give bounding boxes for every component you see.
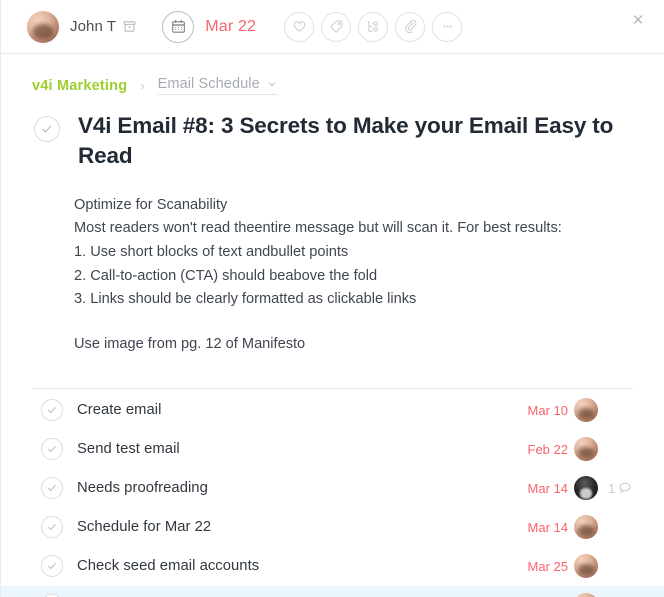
task-header: John T Mar 22 × bbox=[0, 0, 664, 54]
archive-icon[interactable] bbox=[123, 20, 136, 33]
subtask-row[interactable]: Create email Mar 10 bbox=[1, 391, 664, 430]
close-icon[interactable]: × bbox=[624, 6, 652, 34]
subtask-label: Needs proofreading bbox=[77, 480, 208, 497]
breadcrumb-list-label: Email Schedule bbox=[157, 76, 260, 92]
avatar[interactable] bbox=[27, 10, 59, 43]
like-icon[interactable] bbox=[284, 11, 315, 42]
subtask-assignee-avatar[interactable] bbox=[574, 554, 598, 579]
section-divider bbox=[32, 387, 633, 389]
description-line: 2. Call-to-action (CTA) should beabove t… bbox=[74, 267, 378, 284]
breadcrumb: v4i Marketing › Email Schedule bbox=[1, 54, 664, 95]
description-footer: Use image from pg. 12 of Manifesto bbox=[74, 335, 306, 352]
subtask-assignee-avatar[interactable] bbox=[574, 476, 598, 501]
calendar-icon[interactable] bbox=[162, 10, 195, 43]
task-action-buttons bbox=[284, 11, 463, 42]
subtask-due-date[interactable]: Mar 25 bbox=[512, 559, 568, 574]
subtask-meta[interactable]: 1 bbox=[608, 481, 664, 496]
subtask-checkbox[interactable] bbox=[41, 399, 63, 422]
subtask-label: Check seed email accounts bbox=[77, 558, 260, 575]
more-icon[interactable] bbox=[432, 11, 463, 42]
breadcrumb-separator: › bbox=[140, 78, 145, 93]
subtask-due-date[interactable]: Feb 22 bbox=[512, 442, 568, 457]
task-body: v4i Marketing › Email Schedule V4i Email… bbox=[0, 54, 664, 597]
comment-icon[interactable] bbox=[618, 481, 632, 495]
subtask-assignee-avatar[interactable] bbox=[574, 398, 598, 423]
subtask-due-date[interactable]: Mar 10 bbox=[512, 403, 568, 418]
description-line: Most readers won't read theentire messag… bbox=[74, 220, 562, 237]
subtask-label: Send test email bbox=[77, 441, 180, 458]
subtask-label: Create email bbox=[77, 402, 162, 419]
comment-count: 1 bbox=[608, 480, 616, 496]
due-date-control[interactable]: Mar 22 bbox=[162, 10, 256, 43]
subtask-due-date[interactable]: Mar 14 bbox=[512, 520, 568, 535]
subtask-label: Schedule for Mar 22 bbox=[77, 519, 212, 536]
task-complete-checkbox[interactable] bbox=[34, 116, 60, 142]
subtask-row[interactable]: Check deliverability metricsMar 25 bbox=[1, 585, 664, 597]
subtask-assignee-avatar[interactable] bbox=[574, 515, 598, 540]
breadcrumb-list[interactable]: Email Schedule bbox=[157, 76, 277, 95]
subtask-list: Create email Mar 10 Send test email Feb 22 N… bbox=[1, 391, 664, 597]
task-title-row: V4i Email #8: 3 Secrets to Make your Ema… bbox=[1, 95, 664, 172]
subtask-assignee-avatar[interactable] bbox=[574, 437, 598, 462]
description-line: 1. Use short blocks of text andbullet po… bbox=[74, 244, 349, 261]
subtask-checkbox[interactable] bbox=[41, 477, 63, 500]
page-title: V4i Email #8: 3 Secrets to Make your Ema… bbox=[78, 113, 614, 169]
task-detail-panel: John T Mar 22 × v4i Marketing › Email Sc… bbox=[0, 0, 664, 597]
attachment-icon[interactable] bbox=[395, 11, 426, 42]
task-description[interactable]: Optimize for Scanability Most readers wo… bbox=[74, 194, 594, 357]
subtask-checkbox[interactable] bbox=[41, 516, 63, 539]
subtask-row[interactable]: Needs proofreading Mar 14 1 bbox=[1, 469, 664, 508]
chevron-down-icon bbox=[267, 79, 277, 89]
tag-icon[interactable] bbox=[321, 11, 352, 42]
subtask-icon[interactable] bbox=[358, 11, 389, 42]
breadcrumb-project[interactable]: v4i Marketing bbox=[32, 78, 127, 94]
subtask-row[interactable]: Send test email Feb 22 bbox=[1, 430, 664, 469]
subtask-assignee-avatar[interactable] bbox=[574, 593, 598, 597]
subtask-row[interactable]: Check seed email accounts Mar 25 bbox=[1, 547, 664, 586]
assignee-name[interactable]: John T bbox=[70, 18, 116, 35]
description-line: 3. Links should be clearly formatted as … bbox=[74, 291, 417, 308]
description-line: Optimize for Scanability bbox=[74, 196, 228, 213]
subtask-row[interactable]: Schedule for Mar 22 Mar 14 bbox=[1, 508, 664, 547]
subtask-due-date[interactable]: Mar 14 bbox=[512, 481, 568, 496]
due-date-text[interactable]: Mar 22 bbox=[205, 18, 256, 36]
subtask-checkbox[interactable] bbox=[41, 438, 63, 461]
subtask-checkbox[interactable] bbox=[41, 555, 63, 578]
